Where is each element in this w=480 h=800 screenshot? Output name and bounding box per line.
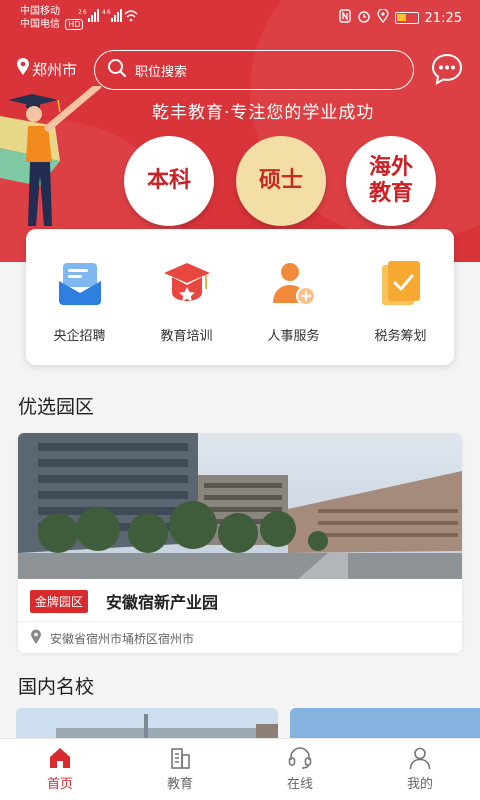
tax-document-icon (376, 259, 426, 309)
graduate-illustration (0, 82, 120, 236)
service-label: 人事服务 (267, 329, 320, 344)
battery-icon (394, 12, 419, 24)
bachelor-button[interactable]: 本科 (124, 136, 214, 226)
message-button[interactable] (430, 52, 464, 86)
search-placeholder: 职位搜索 (135, 64, 188, 80)
tab-label: 首页 (46, 777, 73, 792)
city-selector[interactable]: 郑州市 (16, 58, 77, 80)
school-photo (290, 708, 480, 740)
location-pin-icon (30, 629, 42, 648)
service-tax-planning[interactable]: 税务筹划 (347, 259, 454, 344)
service-label: 央企招聘 (53, 329, 106, 344)
tab-label: 在线 (286, 777, 313, 792)
service-label: 教育培训 (160, 329, 213, 344)
search-icon (107, 58, 127, 82)
city-label: 郑州市 (32, 60, 78, 79)
svg-text:26: 26 (78, 9, 88, 16)
hero-banner: 中国移动 中国电信 HD 26 46 21:25 郑州市 职位搜索 乾丰教育·专… (0, 0, 480, 262)
home-icon (47, 745, 73, 771)
status-right: 21:25 (338, 8, 462, 27)
nfc-icon (338, 9, 351, 27)
envelope-icon (55, 259, 105, 309)
svg-text:46: 46 (102, 9, 112, 16)
service-central-enterprise-recruit[interactable]: 央企招聘 (26, 259, 133, 344)
bachelor-label: 本科 (146, 168, 191, 193)
overseas-education-button[interactable]: 海外 教育 (346, 136, 436, 226)
carrier-1: 中国移动 (20, 6, 60, 17)
overseas-education-label: 海外 教育 (368, 155, 413, 206)
park-photo (18, 433, 462, 579)
person-add-icon (269, 259, 319, 309)
location-pin-icon (16, 58, 30, 80)
school-card[interactable] (290, 708, 480, 740)
carrier-info: 中国移动 中国电信 HD (20, 5, 84, 31)
bottom-tab-bar: 首页 教育 在线 我的 (0, 738, 480, 800)
tab-home[interactable]: 首页 (0, 739, 120, 800)
service-education-training[interactable]: 教育培训 (133, 259, 240, 344)
schools-section-title: 国内名校 (18, 676, 95, 698)
tab-label: 教育 (166, 777, 193, 792)
carrier-2: 中国电信 (20, 19, 60, 30)
tab-mine[interactable]: 我的 (360, 739, 480, 800)
school-photo (16, 708, 278, 740)
building-icon (167, 745, 193, 771)
tab-online[interactable]: 在线 (240, 739, 360, 800)
master-label: 硕士 (258, 168, 303, 193)
service-hr[interactable]: 人事服务 (240, 259, 347, 344)
park-name: 安徽宿新产业园 (106, 593, 219, 612)
master-button[interactable]: 硕士 (236, 136, 326, 226)
user-icon (407, 745, 433, 771)
status-bar: 中国移动 中国电信 HD 26 46 21:25 (0, 0, 480, 40)
service-label: 税务筹划 (374, 329, 427, 344)
signal-icon: 26 46 (78, 8, 138, 25)
graduation-cap-icon (162, 259, 212, 309)
service-card: 央企招聘 教育培训 人事服务 税务筹划 (26, 229, 454, 365)
school-card[interactable] (16, 708, 278, 740)
tab-education[interactable]: 教育 (120, 739, 240, 800)
search-bar[interactable]: 职位搜索 (94, 50, 414, 90)
alarm-icon (357, 9, 371, 27)
park-badge: 金牌园区 (30, 590, 89, 613)
slogan: 乾丰教育·专注您的学业成功 (152, 103, 375, 123)
clock: 21:25 (424, 10, 462, 26)
parks-section-title: 优选园区 (18, 396, 95, 418)
location-status-icon (376, 8, 389, 27)
headset-icon (287, 745, 313, 771)
tab-label: 我的 (406, 777, 433, 792)
park-address: 安徽省宿州市埇桥区宿州市 (30, 629, 194, 648)
park-card[interactable]: 金牌园区 安徽宿新产业园 安徽省宿州市埇桥区宿州市 (18, 433, 462, 653)
park-address-text: 安徽省宿州市埇桥区宿州市 (50, 632, 195, 646)
chat-bubble-icon (431, 53, 463, 85)
divider (18, 621, 462, 622)
